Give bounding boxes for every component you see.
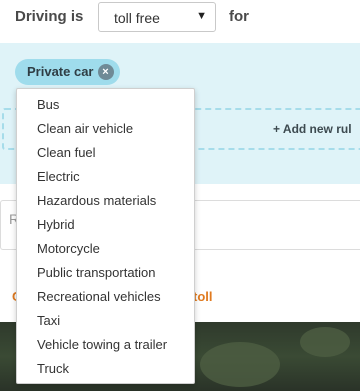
driving-is-label: Driving is	[15, 8, 84, 25]
dropdown-item[interactable]: Hybrid	[17, 213, 194, 237]
dropdown-item[interactable]: Taxi	[17, 309, 194, 333]
toll-mode-select-value: toll free	[114, 10, 160, 26]
page: Driving is toll free ▼ for Private car ×…	[0, 0, 360, 391]
header-row: Driving is toll free ▼ for	[0, 0, 360, 36]
dropdown-item[interactable]: Motorcycle	[17, 237, 194, 261]
dropdown-item[interactable]: Bus	[17, 93, 194, 117]
vehicle-chip-private-car[interactable]: Private car ×	[15, 59, 120, 85]
dropdown-item[interactable]: Recreational vehicles	[17, 285, 194, 309]
dropdown-item[interactable]: Clean fuel	[17, 141, 194, 165]
dropdown-item[interactable]: Vehicle towing a trailer	[17, 333, 194, 357]
vehicle-type-dropdown: Bus Clean air vehicle Clean fuel Electric Ha…	[16, 88, 195, 384]
chevron-down-icon: ▼	[196, 10, 207, 22]
toll-mode-select[interactable]: toll free ▼	[98, 2, 216, 32]
close-icon[interactable]: ×	[97, 64, 114, 80]
dropdown-item[interactable]: Hazardous materials	[17, 189, 194, 213]
toll-link[interactable]: toll	[193, 289, 213, 304]
map-texture	[200, 342, 280, 387]
dropdown-item[interactable]: Truck	[17, 357, 194, 381]
dropdown-item[interactable]: Electric	[17, 165, 194, 189]
dropdown-item[interactable]: Clean air vehicle	[17, 117, 194, 141]
for-label: for	[229, 8, 249, 25]
dropdown-item[interactable]: Public transportation	[17, 261, 194, 285]
map-texture	[300, 327, 350, 357]
add-new-rule-button[interactable]: + Add new rul	[273, 122, 352, 136]
chip-label: Private car	[27, 64, 94, 79]
